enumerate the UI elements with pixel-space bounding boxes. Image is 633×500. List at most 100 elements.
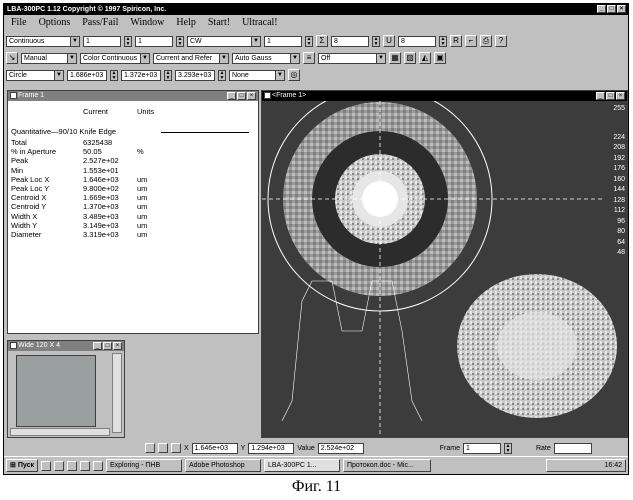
camera-icon[interactable]: ▣ [434,52,446,64]
value1-spinner[interactable]: ▲▼ [124,36,132,47]
u-icon[interactable]: U [383,35,395,47]
value2-field[interactable]: 1 [135,36,173,47]
small-window: Wide 120 X 4 _ □ × [7,340,125,438]
menu-start[interactable]: Start! [208,16,230,29]
result-unit: % [137,147,144,156]
menu-window[interactable]: Window [130,16,164,29]
value5-field[interactable]: 8 [398,36,436,47]
hatch-icon[interactable]: ▨ [404,52,416,64]
minimize-button[interactable]: _ [597,5,606,13]
value-label: Value [297,445,314,452]
close-button[interactable]: × [113,342,122,350]
mode-c-icon[interactable] [171,443,181,453]
ruler-icon[interactable]: ⌐ [465,35,477,47]
result-row: Total6325438 [11,138,27,147]
scale-tick-label: 112 [614,207,625,214]
quick-launch-icon[interactable] [54,461,64,471]
start-button[interactable]: ⊞ Пуск [6,459,38,472]
window-title: LBA-300PC 1.12 Copyright © 1997 Spiricon… [7,6,166,13]
maximize-button[interactable]: □ [606,92,615,100]
minimize-button[interactable]: _ [93,342,102,350]
task-protocol-doc[interactable]: Протокол.doc - Mic... [343,459,431,472]
menu-help[interactable]: Help [176,16,195,29]
maximize-button[interactable]: □ [237,92,246,100]
direction-select[interactable]: CW▼ [187,36,261,47]
mode-a-icon[interactable] [145,443,155,453]
trigger-icon[interactable]: ↘ [6,52,18,64]
quick-launch-icon[interactable] [80,461,90,471]
beam-profile-view[interactable]: 25522420819217616014412811296806448 [262,101,627,437]
quick-launch-icon[interactable] [93,461,103,471]
grid-icon[interactable]: ▦ [389,52,401,64]
task-lba300pc[interactable]: LBA-300PC 1... [264,459,340,472]
small-window-titlebar: Wide 120 X 4 _ □ × [8,341,124,351]
close-button[interactable]: × [247,92,256,100]
off-select[interactable]: Off▼ [318,53,386,64]
frame-spinner[interactable]: ▲▼ [504,443,512,454]
value3-field[interactable]: 1 [264,36,302,47]
result-row: Min1.553e+01 [11,166,23,175]
palette-select[interactable]: Color Continuous▼ [80,53,150,64]
close-button[interactable]: × [616,92,625,100]
window-icon [264,92,271,99]
minimize-button[interactable]: _ [227,92,236,100]
task-exploring[interactable]: Exploring - ПНВ [106,459,182,472]
frame-label: Frame [440,445,460,452]
window-icon [10,92,17,99]
bars-icon[interactable]: ≡ [303,52,315,64]
mode-b-icon[interactable] [158,443,168,453]
value4-field[interactable]: 8 [331,36,369,47]
quick-launch-icon[interactable] [67,461,77,471]
help-icon[interactable]: ? [495,35,507,47]
horizontal-scrollbar[interactable] [10,428,110,436]
result-label: Total [11,138,27,147]
value2-spinner[interactable]: ▲▼ [176,36,184,47]
threed-icon[interactable]: ◭ [419,52,431,64]
reset-icon[interactable]: R [450,35,462,47]
vertical-scrollbar[interactable] [112,353,122,433]
result-unit: um [137,230,147,239]
result-label: Peak [11,156,28,165]
result-label: Centroid Y [11,202,46,211]
quick-launch-icon[interactable] [41,461,51,471]
mode-select[interactable]: Continuous▼ [6,36,80,47]
value1-field[interactable]: 1 [83,36,121,47]
aperture-x-field[interactable]: 1.686e+03 [67,70,107,81]
aperture-d-field[interactable]: 3.293e+03 [175,70,215,81]
menu-file[interactable]: File [11,16,27,29]
result-value: 6325438 [83,138,112,147]
y-label: Y [241,445,246,452]
trigger-select[interactable]: Manual▼ [21,53,77,64]
toolbar-row-1: Continuous▼ 1 ▲▼ 1 ▲▼ CW▼ 1 ▲▼ Σ 8 ▲▼ U … [6,34,626,48]
aperture-x-spinner[interactable]: ▲▼ [110,70,118,81]
target-icon[interactable]: ◎ [288,69,300,81]
frame-field[interactable]: 1 [463,443,501,454]
sum-icon[interactable]: Σ [316,35,328,47]
reference-select[interactable]: Current and Refer▼ [153,53,229,64]
result-unit: um [137,202,147,211]
aperture-d-spinner[interactable]: ▲▼ [218,70,226,81]
value3-spinner[interactable]: ▲▼ [305,36,313,47]
maximize-button[interactable]: □ [607,5,616,13]
close-button[interactable]: × [617,5,626,13]
menu-ultracal[interactable]: Ultracal! [242,16,278,29]
scale-tick-label: 80 [617,228,625,235]
print-icon[interactable]: ⎙ [480,35,492,47]
maximize-button[interactable]: □ [103,342,112,350]
taskbar: ⊞ Пуск Exploring - ПНВ Adobe Photoshop L… [4,456,628,474]
result-value: 1.553e+01 [83,166,119,175]
menu-options[interactable]: Options [39,16,71,29]
task-photoshop[interactable]: Adobe Photoshop [185,459,261,472]
scale-tick-label: 192 [613,155,625,162]
aperture-shape-select[interactable]: Circle▼ [6,70,64,81]
menu-passfail[interactable]: Pass/Fail [82,16,118,29]
window-icon [10,342,17,349]
aperture-y-spinner[interactable]: ▲▼ [164,70,172,81]
value5-spinner[interactable]: ▲▼ [439,36,447,47]
minimize-button[interactable]: _ [596,92,605,100]
fit-select[interactable]: Auto Gauss▼ [232,53,300,64]
aperture-y-field[interactable]: 1.372e+03 [121,70,161,81]
result-label: Width X [11,212,37,221]
none-select[interactable]: None▼ [229,70,285,81]
value4-spinner[interactable]: ▲▼ [372,36,380,47]
